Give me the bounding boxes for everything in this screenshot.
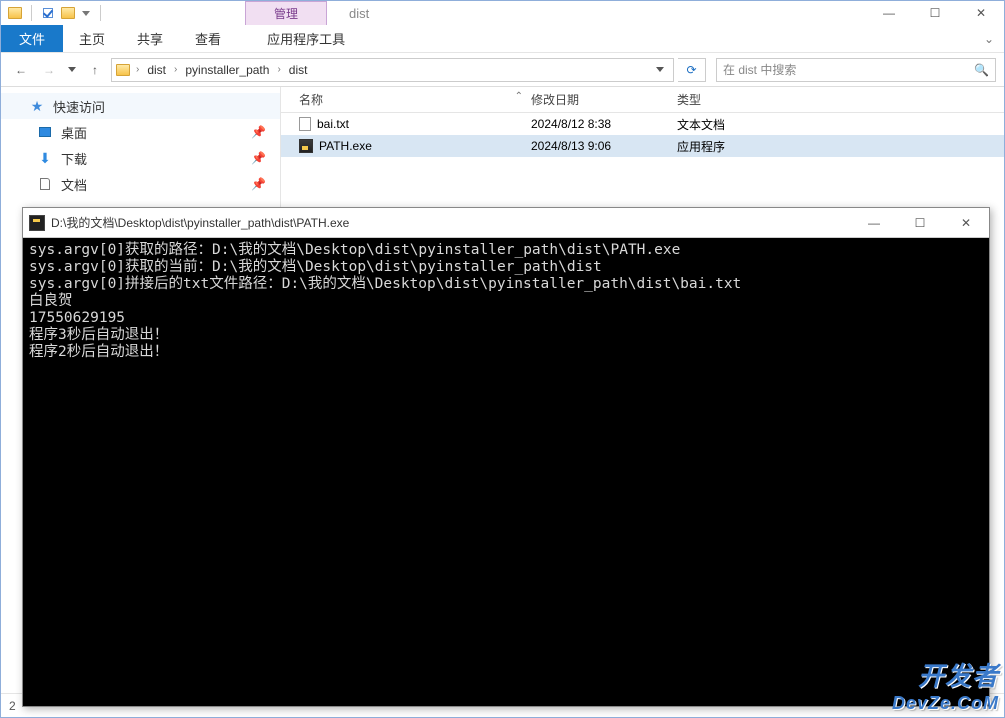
- document-icon: [37, 176, 53, 192]
- file-rows: bai.txt 2024/8/12 8:38文本文档 PATH.exe 2024/8/…: [281, 113, 1004, 157]
- sidebar-label: 桌面: [61, 123, 87, 142]
- ribbon-tab-home[interactable]: 主页: [63, 25, 121, 52]
- sidebar-item-desktop[interactable]: 桌面 📌: [1, 119, 280, 145]
- file-date: 2024/8/12 8:38: [531, 117, 677, 131]
- ribbon: 文件 主页 共享 查看 应用程序工具 ⌄: [1, 25, 1004, 53]
- minimize-button[interactable]: —: [851, 208, 897, 238]
- chevron-right-icon[interactable]: ›: [134, 64, 141, 75]
- search-input[interactable]: 在 dist 中搜索 🔍: [716, 58, 996, 82]
- file-name: PATH.exe: [319, 139, 372, 153]
- folder-icon[interactable]: [60, 5, 76, 21]
- text-file-icon: [299, 117, 311, 131]
- column-date[interactable]: 修改日期: [531, 91, 677, 108]
- maximize-button[interactable]: ☐: [897, 208, 943, 238]
- ribbon-tab-apptools[interactable]: 应用程序工具: [255, 25, 357, 52]
- sidebar-item-documents[interactable]: 文档 📌: [1, 171, 280, 197]
- close-button[interactable]: ✕: [958, 1, 1004, 25]
- quick-access-toolbar: [1, 5, 105, 21]
- ribbon-tab-view[interactable]: 查看: [179, 25, 237, 52]
- pin-icon: 📌: [251, 125, 266, 139]
- exe-icon: [29, 215, 45, 231]
- console-titlebar[interactable]: D:\我的文档\Desktop\dist\pyinstaller_path\di…: [23, 208, 989, 238]
- chevron-right-icon[interactable]: ›: [172, 64, 179, 75]
- breadcrumb-item[interactable]: dist: [143, 61, 170, 79]
- column-type[interactable]: 类型: [677, 91, 797, 108]
- ribbon-tab-share[interactable]: 共享: [121, 25, 179, 52]
- nav-back-button[interactable]: ←: [9, 58, 33, 82]
- window-controls: — ☐ ✕: [866, 1, 1004, 25]
- titlebar: 管理 dist — ☐ ✕: [1, 1, 1004, 25]
- search-icon: 🔍: [974, 63, 989, 77]
- console-output[interactable]: sys.argv[0]获取的路径：D:\我的文档\Desktop\dist\py…: [23, 238, 989, 365]
- maximize-button[interactable]: ☐: [912, 1, 958, 25]
- pin-icon: 📌: [251, 177, 266, 191]
- sidebar-label: 下载: [61, 149, 87, 168]
- chevron-right-icon[interactable]: ›: [275, 64, 282, 75]
- properties-check-icon[interactable]: [40, 5, 56, 21]
- exe-icon: [299, 139, 313, 153]
- sidebar-label: 文档: [61, 175, 87, 194]
- sidebar-label: 快速访问: [53, 97, 105, 116]
- folder-icon: [116, 64, 130, 76]
- file-name: bai.txt: [317, 117, 349, 131]
- nav-forward-button[interactable]: →: [37, 58, 61, 82]
- file-type: 应用程序: [677, 138, 797, 155]
- watermark-line1: 开发者: [892, 656, 999, 693]
- item-count: 2: [9, 699, 16, 713]
- desktop-icon: [37, 124, 53, 140]
- file-row[interactable]: bai.txt 2024/8/12 8:38文本文档: [281, 113, 1004, 135]
- minimize-button[interactable]: —: [866, 1, 912, 25]
- watermark-line2: DevZe.CoM: [892, 693, 999, 714]
- star-icon: ★: [29, 98, 45, 114]
- sidebar-quick-access[interactable]: ★ 快速访问: [1, 93, 280, 119]
- column-headers: 名称⌃ 修改日期 类型: [281, 87, 1004, 113]
- file-type: 文本文档: [677, 116, 797, 133]
- breadcrumb-item[interactable]: dist: [285, 61, 312, 79]
- separator: [100, 5, 101, 21]
- qat-dropdown[interactable]: [80, 5, 92, 21]
- column-name[interactable]: 名称⌃: [281, 91, 531, 108]
- address-bar[interactable]: › dist › pyinstaller_path › dist: [111, 58, 674, 82]
- ribbon-expand-icon[interactable]: ⌄: [984, 25, 1004, 52]
- separator: [31, 5, 32, 21]
- file-row[interactable]: PATH.exe 2024/8/13 9:06应用程序: [281, 135, 1004, 157]
- pin-icon: 📌: [251, 151, 266, 165]
- nav-recent-dropdown[interactable]: [65, 58, 79, 82]
- refresh-button[interactable]: ⟳: [678, 58, 706, 82]
- console-title: D:\我的文档\Desktop\dist\pyinstaller_path\di…: [51, 214, 349, 231]
- sort-caret-icon: ⌃: [515, 91, 523, 108]
- console-window: D:\我的文档\Desktop\dist\pyinstaller_path\di…: [22, 207, 990, 707]
- download-icon: ⬇: [37, 150, 53, 166]
- ribbon-tab-file[interactable]: 文件: [1, 25, 63, 52]
- file-date: 2024/8/13 9:06: [531, 139, 677, 153]
- window-title: dist: [349, 6, 369, 21]
- address-dropdown[interactable]: [649, 67, 671, 72]
- breadcrumb-item[interactable]: pyinstaller_path: [181, 61, 273, 79]
- sidebar-item-downloads[interactable]: ⬇ 下载 📌: [1, 145, 280, 171]
- console-window-controls: — ☐ ✕: [851, 208, 989, 238]
- folder-icon: [7, 5, 23, 21]
- nav-toolbar: ← → ↑ › dist › pyinstaller_path › dist ⟳…: [1, 53, 1004, 87]
- search-placeholder: 在 dist 中搜索: [723, 61, 796, 78]
- watermark: 开发者 DevZe.CoM: [892, 656, 999, 714]
- close-button[interactable]: ✕: [943, 208, 989, 238]
- nav-up-button[interactable]: ↑: [83, 58, 107, 82]
- contextual-tab-manage[interactable]: 管理: [245, 1, 327, 25]
